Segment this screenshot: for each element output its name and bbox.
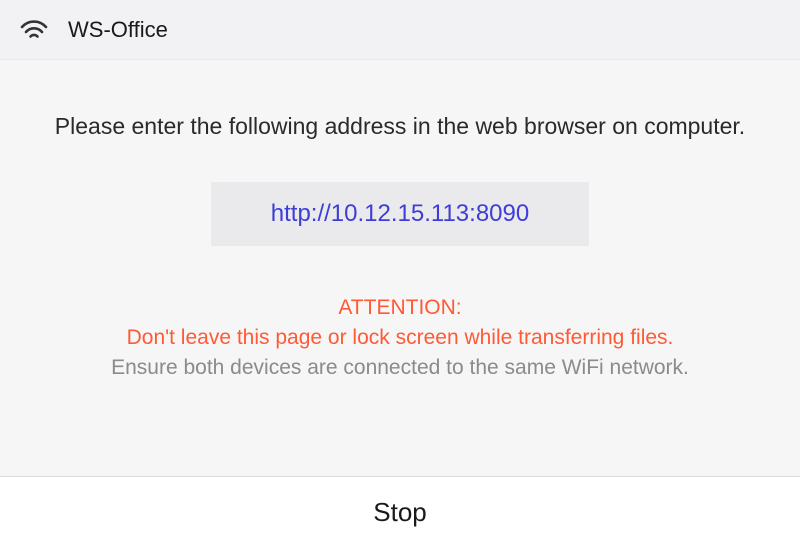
header-bar: WS-Office [0, 0, 800, 60]
header-title: WS-Office [68, 17, 168, 43]
footer-bar: Stop [0, 476, 800, 548]
attention-text: Don't leave this page or lock screen whi… [40, 326, 760, 350]
main-content: Please enter the following address in th… [0, 60, 800, 476]
transfer-url: http://10.12.15.113:8090 [271, 200, 529, 227]
wifi-icon [20, 19, 48, 41]
attention-label: ATTENTION: [40, 296, 760, 320]
instruction-text: Please enter the following address in th… [50, 110, 750, 142]
wifi-info-text: Ensure both devices are connected to the… [40, 356, 760, 380]
stop-button[interactable]: Stop [333, 487, 467, 538]
url-box[interactable]: http://10.12.15.113:8090 [211, 182, 589, 246]
